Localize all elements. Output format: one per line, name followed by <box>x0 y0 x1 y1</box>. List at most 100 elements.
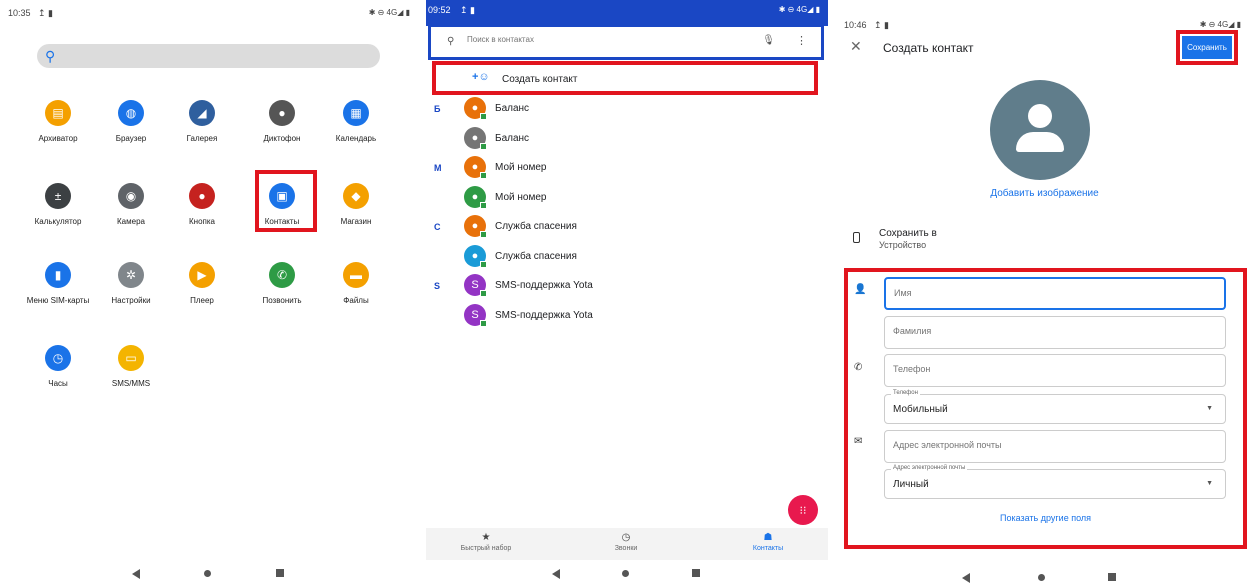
contact-search-input[interactable] <box>467 35 747 44</box>
first-name-field[interactable] <box>884 277 1226 310</box>
create-contact-label: Создать контакт <box>502 74 578 85</box>
back-icon[interactable] <box>132 569 140 579</box>
status-left-icons: ↥ ▮ <box>38 8 53 18</box>
recents-icon[interactable] <box>1108 573 1116 581</box>
sim-badge-icon <box>480 260 487 268</box>
microphone-icon[interactable]: 🎙 <box>762 35 775 46</box>
search-icon: ⚲ <box>45 48 56 64</box>
contact-row[interactable]: ● Служба спасения <box>426 242 828 271</box>
app-clock[interactable]: ◷ Часы <box>18 345 98 388</box>
gear-icon: ✲ <box>118 262 144 288</box>
person-icon: 👤 <box>854 284 867 295</box>
home-search-bar[interactable]: ⚲ <box>37 44 380 68</box>
app-microphone[interactable]: ● Диктофон <box>242 100 322 143</box>
recents-icon[interactable] <box>276 569 284 577</box>
dialpad-button[interactable]: ⁝⁝ <box>788 495 818 525</box>
phone-input[interactable] <box>893 364 1193 374</box>
back-icon[interactable] <box>962 573 970 583</box>
status-right-icons: ✱ ⊖ 4G◢ ▮ <box>368 8 410 17</box>
more-options-icon[interactable]: ⋮ <box>796 34 807 47</box>
message-icon: ▭ <box>118 345 144 371</box>
app-label: Настройки <box>111 296 151 305</box>
save-button[interactable]: Сохранить <box>1182 36 1232 59</box>
phone-type-select[interactable]: Телефон Мобильный ▼ <box>884 390 1226 424</box>
app-gallery[interactable]: ◢ Галерея <box>162 100 242 143</box>
sim-badge-icon <box>480 172 487 179</box>
app-folder[interactable]: ▬ Файлы <box>316 262 396 305</box>
email-icon: ✉ <box>854 436 863 447</box>
sim-badge-icon <box>480 201 487 209</box>
tab-contacts[interactable]: ☗ Контакты <box>718 532 818 552</box>
email-field[interactable] <box>884 430 1226 463</box>
microphone-icon: ● <box>269 100 295 126</box>
app-phone[interactable]: ✆ Позвонить <box>242 262 322 305</box>
archiver-icon: ▤ <box>45 100 71 126</box>
app-calendar[interactable]: ▦ Календарь <box>316 100 396 143</box>
section-letter: Б <box>434 104 441 114</box>
app-label: Плеер <box>190 296 214 305</box>
search-icon: ⚲ <box>447 36 455 47</box>
avatar-glyph: S <box>471 279 479 291</box>
home-icon[interactable] <box>622 570 629 577</box>
recents-icon[interactable] <box>692 569 700 577</box>
chevron-down-icon: ▼ <box>1206 405 1213 412</box>
contact-row[interactable]: S SMS-поддержка Yota <box>426 301 828 330</box>
app-sim-card[interactable]: ▮ Меню SIM-карты <box>18 262 98 305</box>
contact-row[interactable]: ● Баланс <box>426 124 828 153</box>
avatar-body <box>1016 132 1064 152</box>
app-message[interactable]: ▭ SMS/MMS <box>91 345 171 388</box>
add-image-link[interactable]: Добавить изображение <box>840 188 1249 199</box>
contact-row[interactable]: ● Мой номер <box>426 183 828 212</box>
close-icon[interactable]: ✕ <box>850 38 862 55</box>
contact-avatar: S <box>464 274 487 297</box>
contact-avatar: ● <box>464 126 487 150</box>
email-type-select[interactable]: Адрес электронной почты Личный ▼ <box>884 465 1226 499</box>
save-location-value: Устройство <box>879 240 927 250</box>
calculator-icon: ± <box>45 183 71 209</box>
save-location-label: Сохранить в <box>879 228 937 239</box>
email-input[interactable] <box>893 440 1193 450</box>
contact-row[interactable]: М ● Мой номер <box>426 153 828 182</box>
app-label: SMS/MMS <box>111 379 151 388</box>
first-name-input[interactable] <box>894 288 1194 298</box>
app-record-button[interactable]: ● Кнопка <box>162 183 242 226</box>
app-archiver[interactable]: ▤ Архиватор <box>18 100 98 143</box>
contact-name: Мой номер <box>495 162 547 173</box>
app-globe[interactable]: ◍ Браузер <box>91 100 171 143</box>
contact-name: Баланс <box>495 103 530 114</box>
home-icon[interactable] <box>204 570 211 577</box>
gallery-icon: ◢ <box>189 100 215 126</box>
status-left-icons: ↥ ▮ <box>460 5 475 15</box>
app-gear[interactable]: ✲ Настройки <box>91 262 171 305</box>
create-contact-row[interactable]: +☺ Создать контакт <box>432 61 818 95</box>
phone-field[interactable] <box>884 354 1226 387</box>
back-icon[interactable] <box>552 569 560 579</box>
contact-row[interactable]: Б ● Баланс <box>426 94 828 123</box>
tab-speed-dial[interactable]: ★ Быстрый набор <box>436 532 536 552</box>
contact-row[interactable]: S S SMS-поддержка Yota <box>426 271 828 300</box>
last-name-field[interactable] <box>884 316 1226 349</box>
phone-device-icon <box>853 232 860 243</box>
contacts-screen: 09:52 ↥ ▮ ✱ ⊖ 4G◢ ▮ ⚲ 🎙 ⋮ +☺ Создать кон… <box>426 0 828 585</box>
sim-badge-icon <box>480 113 487 120</box>
section-letter: С <box>434 222 441 232</box>
app-store[interactable]: ◆ Магазин <box>316 183 396 226</box>
app-label: Галерея <box>186 134 218 143</box>
avatar[interactable] <box>990 80 1090 180</box>
home-icon[interactable] <box>1038 574 1045 581</box>
tab-calls[interactable]: ◷ Звонки <box>576 532 676 552</box>
section-letter: М <box>434 163 442 173</box>
contact-search-bar[interactable]: ⚲ 🎙 ⋮ <box>437 31 815 54</box>
show-more-fields-link[interactable]: Показать другие поля <box>848 513 1243 523</box>
app-player[interactable]: ▶ Плеер <box>162 262 242 305</box>
contact-row[interactable]: С ● Служба спасения <box>426 212 828 241</box>
contact-avatar: ● <box>464 156 487 179</box>
store-icon: ◆ <box>343 183 369 209</box>
app-calculator[interactable]: ± Калькулятор <box>18 183 98 226</box>
last-name-input[interactable] <box>893 326 1193 336</box>
app-label: Позвонить <box>262 296 302 305</box>
star-icon: ★ <box>481 532 491 543</box>
record-button-icon: ● <box>189 183 215 209</box>
status-bar: 09:52 ↥ ▮ ✱ ⊖ 4G◢ ▮ <box>426 0 828 26</box>
app-camera[interactable]: ◉ Камера <box>91 183 171 226</box>
